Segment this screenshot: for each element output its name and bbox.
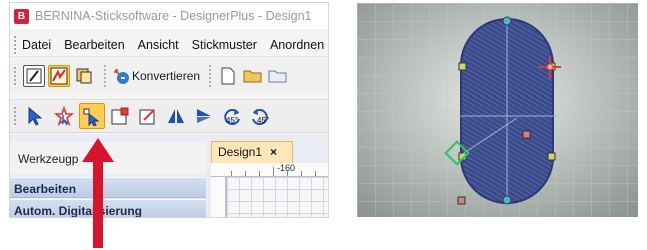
rotate-left-label: 45°	[226, 116, 238, 125]
open-folder-button[interactable]	[242, 65, 264, 87]
handle-bottom-right[interactable]	[547, 152, 556, 161]
title-bar: B BERNINA-Sticksoftware - DesignerPlus -…	[10, 3, 328, 29]
rotate-right-label: 45°	[257, 116, 269, 125]
menu-stickmuster[interactable]: Stickmuster	[192, 38, 257, 52]
pattern-fill-icon	[50, 67, 68, 85]
konvertieren-button[interactable]: Konvertieren	[112, 65, 200, 87]
ruler-tick	[273, 167, 274, 176]
menu-bearbeiten[interactable]: Bearbeiten	[64, 38, 124, 52]
reshape-tool-icon	[83, 108, 100, 126]
pattern-fill-button[interactable]	[48, 65, 70, 87]
ruler-tick	[315, 171, 316, 176]
scale-box-alt-button[interactable]	[135, 103, 161, 129]
design-canvas[interactable]	[226, 177, 328, 217]
ruler-tick	[259, 171, 260, 176]
brush-button[interactable]	[23, 65, 45, 87]
app-screenshot: B BERNINA-Sticksoftware - DesignerPlus -…	[9, 2, 329, 218]
toolbar-grip	[14, 107, 17, 125]
handle-top-left[interactable]	[458, 62, 467, 71]
window-title: BERNINA-Sticksoftware - DesignerPlus - D…	[35, 9, 312, 23]
konvertieren-icon	[114, 69, 129, 84]
workspace-area: Werkzeugp Design1 × -160 Bearbeiten Autom…	[10, 134, 328, 217]
rotate-left-45-icon: 45°	[224, 109, 240, 126]
edit-toolbar: 45° 45°	[10, 99, 328, 133]
pages-icon	[76, 68, 92, 84]
toolbar-separator	[104, 65, 106, 87]
ruler-tick	[245, 171, 246, 176]
scale-box-button[interactable]	[107, 103, 133, 129]
rotate-right-button[interactable]: 45°	[247, 103, 273, 129]
reshape-tool-button[interactable]	[79, 103, 105, 129]
select-star-icon	[54, 106, 74, 126]
ruler-tick	[287, 171, 288, 176]
handle-low[interactable]	[457, 196, 466, 205]
vertical-ruler	[211, 177, 226, 217]
select-button[interactable]	[23, 103, 49, 129]
embroidery-preview-photo	[357, 3, 638, 217]
mirror-horizontal-icon	[197, 109, 211, 123]
ruler-tick	[231, 171, 232, 176]
menu-datei[interactable]: Datei	[22, 38, 51, 52]
scale-box-alt-icon	[139, 109, 155, 125]
close-icon[interactable]: ×	[270, 145, 277, 159]
tab-design1-label: Design1	[218, 145, 263, 159]
new-document-icon	[221, 67, 235, 85]
brush-icon	[26, 68, 42, 84]
menu-bar: Datei Bearbeiten Ansicht Stickmuster Ano…	[10, 33, 328, 57]
handle-bottom[interactable]	[502, 195, 512, 205]
main-toolbar: Konvertieren	[10, 61, 328, 91]
toolbar-grip	[14, 67, 17, 85]
menubar-grip	[14, 35, 16, 54]
rotate-right-45-icon: 45°	[252, 109, 269, 126]
mirror-vertical-icon	[168, 109, 184, 123]
ruler-tick	[301, 171, 302, 176]
rotate-left-button[interactable]: 45°	[219, 103, 245, 129]
handle-top[interactable]	[502, 16, 512, 26]
mirror-horizontal-button[interactable]	[191, 103, 217, 129]
select-arrow-icon	[28, 106, 43, 126]
open-folder-alt-icon	[268, 70, 287, 83]
open-folder-alt-button[interactable]	[267, 65, 289, 87]
ruler-mark: -160	[277, 163, 296, 173]
annotation-arrow-icon	[82, 138, 114, 248]
toolbar-separator	[209, 65, 212, 87]
menu-ansicht[interactable]: Ansicht	[138, 38, 179, 52]
new-document-button[interactable]	[217, 65, 239, 87]
handle-inner[interactable]	[522, 130, 531, 139]
mirror-vertical-button[interactable]	[163, 103, 189, 129]
tab-design1[interactable]: Design1 ×	[211, 141, 293, 163]
horizontal-ruler: -160	[211, 163, 328, 177]
konvertieren-label: Konvertieren	[132, 69, 201, 83]
bernina-app-icon: B	[14, 8, 29, 24]
scale-box-icon	[111, 107, 129, 125]
menu-anordnen[interactable]: Anordnen	[270, 38, 324, 52]
select-star-button[interactable]	[51, 103, 77, 129]
pages-button[interactable]	[73, 65, 95, 87]
open-folder-icon	[243, 70, 262, 83]
